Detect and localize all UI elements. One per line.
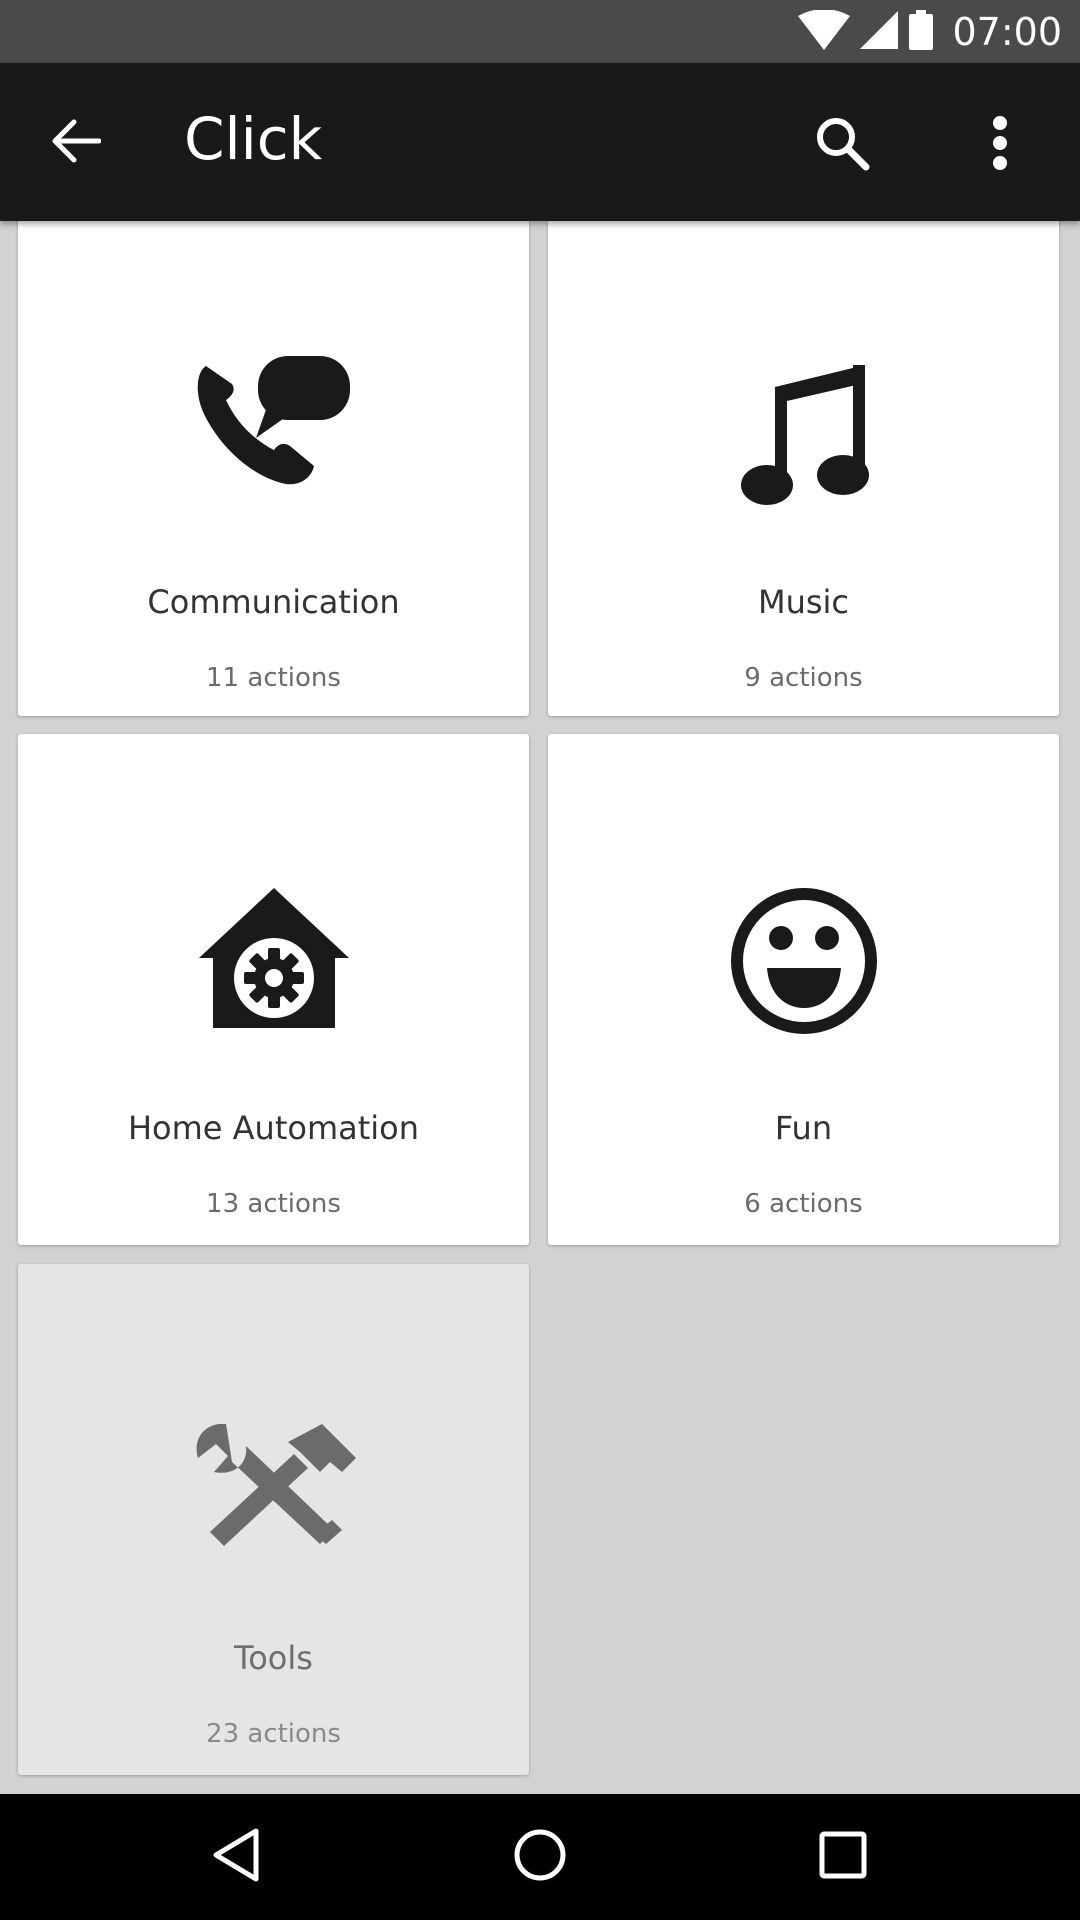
more-vert-icon [990,115,1010,175]
nav-recents-icon [818,1830,868,1884]
category-card-fun[interactable]: Fun 6 actions [548,734,1059,1245]
home-gear-icon [18,888,529,1028]
category-title: Tools [234,1639,313,1677]
arrow-back-icon [51,118,102,168]
battery-icon [908,9,934,54]
status-icons: 07:00 [798,0,1062,63]
more-options-button[interactable] [964,107,1036,183]
smiley-icon [548,886,1059,1036]
category-title: Communication [147,583,400,621]
category-title: Home Automation [127,1109,420,1147]
back-button[interactable] [40,107,112,179]
system-nav-bar [0,1794,1080,1920]
nav-home-button[interactable] [500,1817,580,1897]
status-time: 07:00 [952,9,1062,54]
wifi-icon [798,8,851,54]
cell-signal-icon [860,10,899,53]
music-note-icon [548,361,1059,507]
category-action-count: 6 actions [744,1189,863,1219]
nav-recents-button[interactable] [803,1817,883,1897]
category-card-tools[interactable]: Tools 23 actions [18,1264,529,1775]
nav-back-icon [210,1827,262,1887]
page-title: Click [184,105,323,173]
phone-chat-icon [18,356,529,486]
category-title: Fun [774,1109,833,1147]
nav-home-icon [512,1827,568,1887]
category-grid[interactable]: Communication 11 actions Music 9 actions [0,221,1080,1794]
category-card-home-automation[interactable]: Home Automation 13 actions [18,734,529,1245]
tools-icon [18,1424,529,1550]
category-action-count: 9 actions [744,663,863,693]
category-title: Music [757,583,850,621]
category-card-communication[interactable]: Communication 11 actions [18,221,529,716]
category-action-count: 13 actions [206,1189,341,1219]
search-icon [814,115,870,175]
search-button[interactable] [804,107,880,183]
status-bar: 07:00 [0,0,1080,63]
category-action-count: 23 actions [206,1719,341,1749]
nav-back-button[interactable] [196,1817,276,1897]
category-action-count: 11 actions [206,663,341,693]
app-bar: Click [0,63,1080,221]
category-card-music[interactable]: Music 9 actions [548,221,1059,716]
